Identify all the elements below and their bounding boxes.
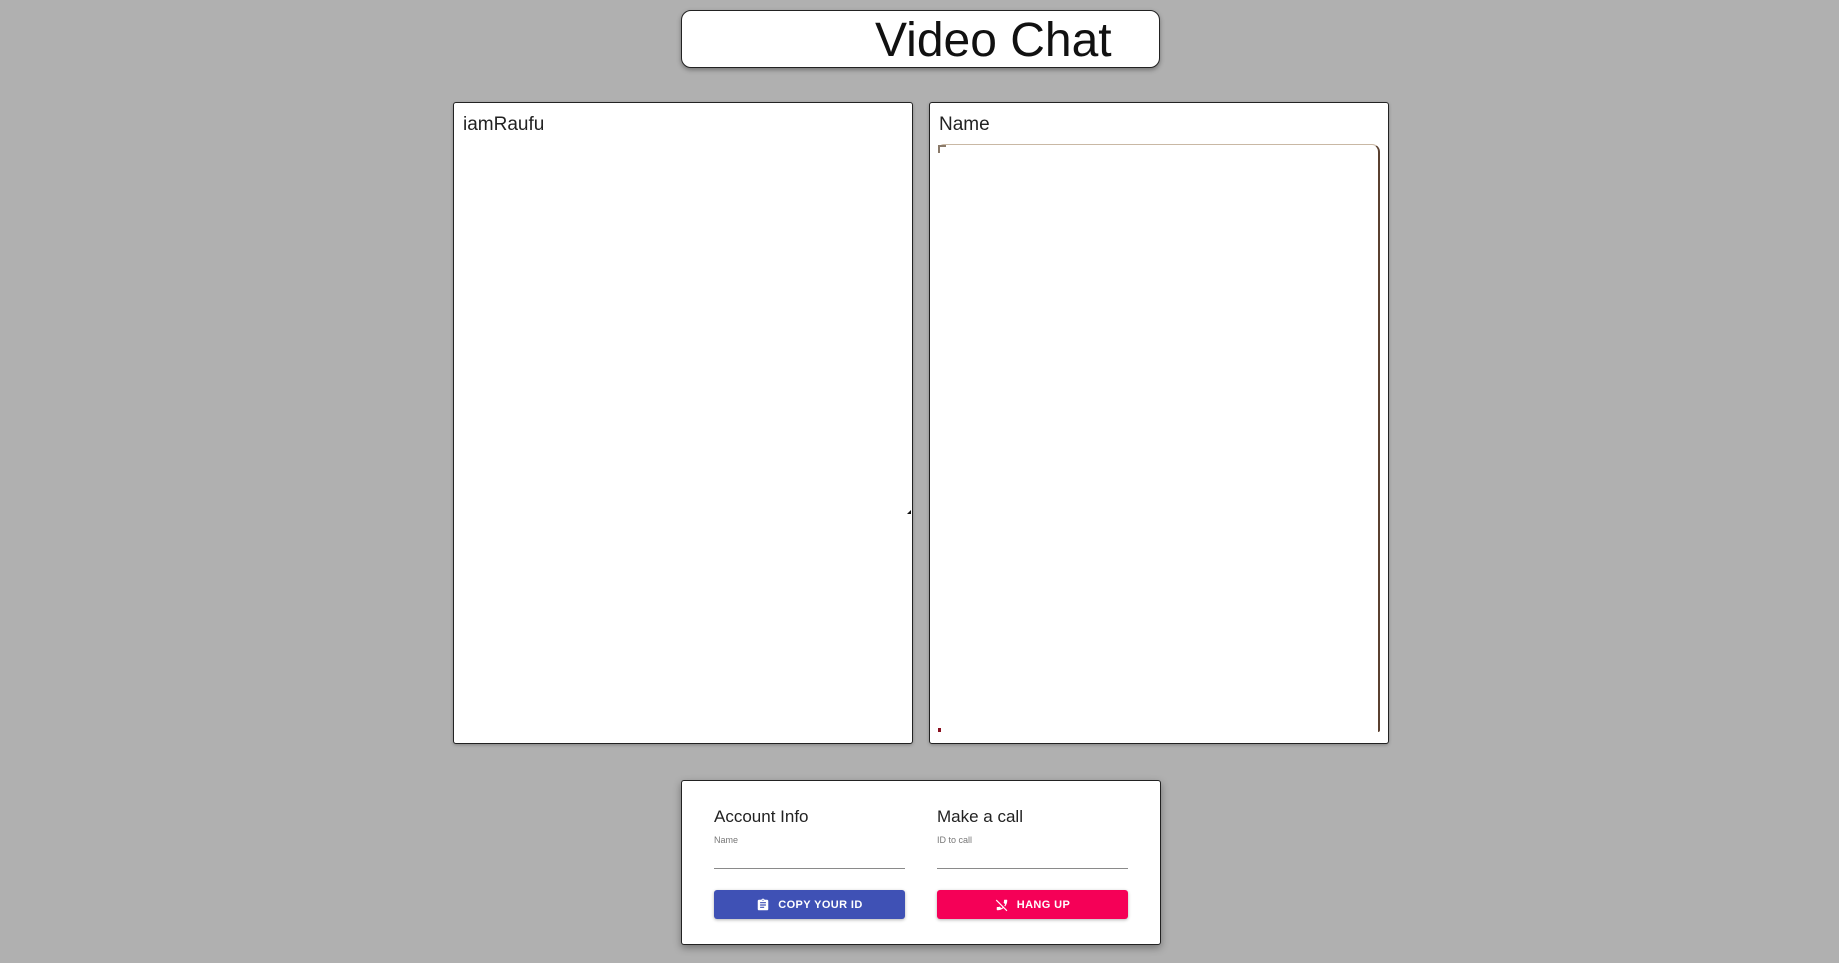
video-corner xyxy=(938,145,946,153)
name-input[interactable] xyxy=(714,847,905,869)
make-call-section: Make a call ID to call xyxy=(937,807,1128,869)
call-options-panel: Account Info Name Make a call ID to call… xyxy=(681,780,1161,945)
hang-up-button[interactable]: HANG UP xyxy=(937,890,1128,919)
app-title-bar: Video Chat xyxy=(681,10,1160,68)
remote-user-name: Name xyxy=(939,114,990,135)
phone-disabled-icon xyxy=(995,898,1009,912)
app-title: Video Chat xyxy=(875,14,1112,67)
id-to-call-label: ID to call xyxy=(937,835,973,845)
id-to-call-input[interactable] xyxy=(937,847,1128,869)
account-info-heading: Account Info xyxy=(714,807,809,826)
video-resize-handle xyxy=(907,510,911,514)
copy-id-button-label: COPY YOUR ID xyxy=(778,898,863,911)
copy-id-button[interactable]: COPY YOUR ID xyxy=(714,890,905,919)
account-info-section: Account Info Name xyxy=(714,807,905,869)
remote-video-panel: Name xyxy=(929,102,1389,744)
local-video-panel: iamRaufu xyxy=(453,102,913,744)
remote-video xyxy=(938,144,1380,732)
local-user-name: iamRaufu xyxy=(463,114,545,135)
video-corner xyxy=(938,728,941,732)
local-video xyxy=(462,144,911,732)
name-field-label: Name xyxy=(714,835,739,845)
make-call-heading: Make a call xyxy=(937,807,1023,826)
hang-up-button-label: HANG UP xyxy=(1016,898,1071,911)
clipboard-icon xyxy=(756,898,770,912)
